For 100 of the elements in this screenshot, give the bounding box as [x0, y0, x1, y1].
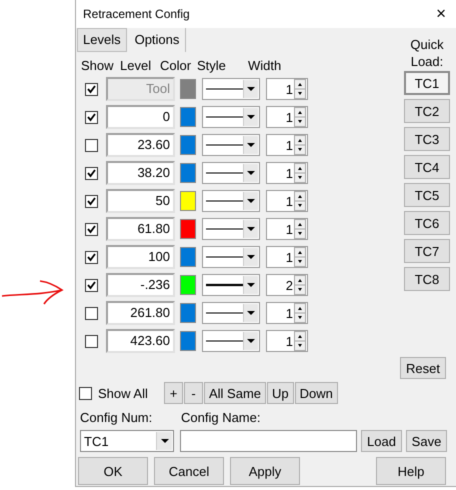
reset-button[interactable]: Reset: [400, 357, 446, 379]
width-spinner[interactable]: 1: [266, 190, 308, 212]
width-spinner[interactable]: 1: [266, 246, 308, 268]
level-field[interactable]: 23.60: [106, 133, 175, 157]
quick-load-button[interactable]: TC7: [404, 239, 450, 263]
checkbox[interactable]: [79, 386, 92, 400]
spin-arrows-icon: [294, 331, 306, 351]
edit-button[interactable]: +: [164, 382, 183, 404]
level-field[interactable]: 423.60: [106, 329, 175, 353]
style-dropdown[interactable]: [202, 246, 260, 268]
width-spinner[interactable]: 1: [266, 302, 308, 324]
config-button[interactable]: Load: [361, 430, 402, 452]
caret-icon: [247, 310, 256, 316]
caret-icon: [247, 282, 256, 288]
quick-load-button[interactable]: TC5: [404, 183, 450, 207]
config-name-field[interactable]: [180, 430, 357, 452]
quick-load-button[interactable]: TC3: [404, 127, 450, 151]
edit-button[interactable]: All Same: [204, 382, 266, 404]
edit-button[interactable]: -: [184, 382, 203, 404]
caret-icon: [247, 142, 256, 148]
edit-button[interactable]: Down: [294, 382, 338, 404]
caret-icon: [247, 254, 256, 260]
color-swatch[interactable]: [180, 191, 196, 211]
quick-load-button[interactable]: TC1: [404, 71, 450, 95]
level-field[interactable]: 38.20: [106, 161, 175, 185]
style-dropdown[interactable]: [202, 78, 260, 100]
dialog-button[interactable]: Apply: [230, 457, 300, 485]
quick-load-button[interactable]: TC6: [404, 211, 450, 235]
level-field[interactable]: -.236: [106, 273, 175, 297]
level-field[interactable]: 261.80: [106, 301, 175, 325]
config-num-dropdown[interactable]: TC1: [80, 430, 174, 452]
column-header: Width: [248, 59, 282, 73]
column-header: Level: [120, 59, 152, 73]
level-field[interactable]: 61.80: [106, 217, 175, 241]
style-dropdown[interactable]: [202, 302, 260, 324]
width-spinner[interactable]: 2: [266, 274, 308, 296]
spin-arrows-icon: [294, 163, 306, 183]
caret-icon: [247, 114, 256, 120]
config-button[interactable]: Save: [406, 430, 447, 452]
checkbox[interactable]: [85, 306, 98, 320]
color-swatch[interactable]: [180, 219, 196, 239]
checkbox[interactable]: [85, 250, 98, 264]
dialog-button[interactable]: OK: [78, 457, 148, 485]
spin-arrows-icon: [294, 275, 306, 295]
width-spinner[interactable]: 1: [266, 134, 308, 156]
color-swatch[interactable]: [180, 107, 196, 127]
help-button[interactable]: Help: [376, 457, 446, 485]
style-dropdown[interactable]: [202, 218, 260, 240]
tab[interactable]: Options: [128, 28, 186, 52]
config-num-label: Config Num:: [80, 410, 154, 425]
quick-load-button[interactable]: TC2: [404, 99, 450, 123]
caret-icon: [247, 86, 256, 92]
spin-arrows-icon: [294, 79, 306, 99]
dialog-button[interactable]: Cancel: [154, 457, 224, 485]
style-dropdown[interactable]: [202, 106, 260, 128]
level-field[interactable]: 100: [106, 245, 175, 269]
checkbox[interactable]: [85, 222, 98, 236]
quick-load-label: Quick Load:: [409, 36, 445, 70]
color-swatch[interactable]: [180, 331, 196, 351]
caret-icon: [160, 438, 168, 444]
color-swatch[interactable]: [180, 247, 196, 267]
config-name-label: Config Name:: [181, 410, 260, 425]
style-dropdown[interactable]: [202, 162, 260, 184]
column-header: Color: [160, 59, 192, 73]
spin-arrows-icon: [294, 135, 306, 155]
color-swatch[interactable]: [180, 163, 196, 183]
column-header: Style: [197, 59, 227, 73]
spin-arrows-icon: [294, 107, 306, 127]
width-spinner[interactable]: 1: [266, 218, 308, 240]
style-dropdown[interactable]: [202, 134, 260, 156]
spin-arrows-icon: [294, 247, 306, 267]
window-title: Retracement Config: [83, 7, 190, 21]
spin-arrows-icon: [294, 191, 306, 211]
quick-load-button[interactable]: TC8: [404, 267, 450, 291]
width-spinner[interactable]: 1: [266, 162, 308, 184]
color-swatch[interactable]: [180, 275, 196, 295]
show-all-label: Show All: [98, 386, 149, 400]
checkbox[interactable]: [85, 166, 98, 180]
style-dropdown[interactable]: [202, 190, 260, 212]
checkbox[interactable]: [85, 334, 98, 348]
width-spinner[interactable]: 1: [266, 330, 308, 352]
checkbox[interactable]: [85, 194, 98, 208]
style-dropdown[interactable]: [202, 330, 260, 352]
caret-icon: [247, 338, 256, 344]
caret-icon: [247, 226, 256, 232]
color-swatch[interactable]: [180, 303, 196, 323]
checkbox[interactable]: [85, 278, 98, 292]
checkbox[interactable]: [85, 138, 98, 152]
tab[interactable]: Levels: [77, 28, 127, 52]
level-field[interactable]: 50: [106, 189, 175, 213]
color-swatch[interactable]: [180, 135, 196, 155]
width-spinner[interactable]: 1: [266, 106, 308, 128]
caret-icon: [247, 170, 256, 176]
quick-load-button[interactable]: TC4: [404, 155, 450, 179]
level-field[interactable]: 0: [106, 105, 175, 129]
checkbox[interactable]: [85, 110, 98, 124]
close-button[interactable]: ×: [434, 4, 448, 24]
spin-arrows-icon: [294, 303, 306, 323]
edit-button[interactable]: Up: [267, 382, 294, 404]
style-dropdown[interactable]: [202, 274, 260, 296]
